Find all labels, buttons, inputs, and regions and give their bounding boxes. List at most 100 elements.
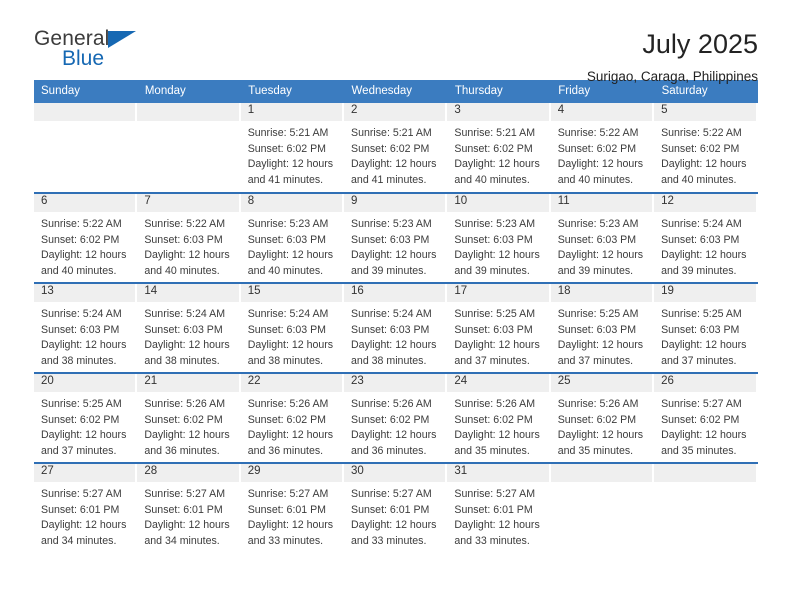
day-details: Sunrise: 5:26 AM Sunset: 6:02 PM Daylight:… (344, 392, 447, 459)
calendar-day-cell[interactable]: 19 Sunrise: 5:25 AM Sunset: 6:03 PM Dayligh… (654, 282, 758, 373)
day-cell-inner: 18 Sunrise: 5:25 AM Sunset: 6:03 PM Dayligh… (550, 284, 655, 372)
sunrise-text: Sunrise: 5:22 AM (144, 218, 226, 230)
calendar-day-cell[interactable]: 27 Sunrise: 5:27 AM Sunset: 6:01 PM Dayligh… (34, 462, 138, 553)
calendar-day-cell[interactable]: 7 Sunrise: 5:22 AM Sunset: 6:03 PM Daylight… (137, 192, 241, 283)
sunset-text: Sunset: 6:03 PM (661, 323, 740, 336)
calendar-day-cell[interactable]: 17 Sunrise: 5:25 AM Sunset: 6:03 PM Dayligh… (447, 282, 551, 373)
calendar-day-cell[interactable]: 6 Sunrise: 5:22 AM Sunset: 6:02 PM Daylight… (34, 192, 138, 283)
day-details: Sunrise: 5:24 AM Sunset: 6:03 PM Daylight:… (34, 302, 137, 369)
calendar-day-cell[interactable]: 8 Sunrise: 5:23 AM Sunset: 6:03 PM Daylight… (240, 192, 345, 283)
calendar-day-cell[interactable]: 18 Sunrise: 5:25 AM Sunset: 6:03 PM Dayligh… (550, 282, 655, 373)
logo-text-blue: Blue (62, 47, 105, 70)
day-cell-inner: 28 Sunrise: 5:27 AM Sunset: 6:01 PM Dayligh… (137, 464, 241, 552)
sunset-text: Sunset: 6:02 PM (454, 413, 533, 426)
calendar-day-cell[interactable]: 2 Sunrise: 5:21 AM Sunset: 6:02 PM Daylight… (344, 103, 448, 193)
calendar-day-cell[interactable]: 29 Sunrise: 5:27 AM Sunset: 6:01 PM Dayligh… (240, 462, 345, 553)
sunrise-text: Sunrise: 5:23 AM (454, 218, 536, 230)
day-number: 14 (137, 284, 241, 302)
day-cell-inner: 12 Sunrise: 5:24 AM Sunset: 6:03 PM Dayligh… (654, 194, 758, 282)
day-number: 30 (344, 464, 448, 482)
calendar-day-cell[interactable]: 13 Sunrise: 5:24 AM Sunset: 6:03 PM Dayligh… (34, 282, 138, 373)
day-cell-inner (137, 103, 241, 191)
day-cell-inner: 10 Sunrise: 5:23 AM Sunset: 6:03 PM Dayligh… (447, 194, 551, 282)
calendar-day-cell[interactable]: 21 Sunrise: 5:26 AM Sunset: 6:02 PM Dayligh… (137, 372, 241, 463)
calendar-day-cell[interactable]: 10 Sunrise: 5:23 AM Sunset: 6:03 PM Dayligh… (447, 192, 551, 283)
sunrise-text: Sunrise: 5:26 AM (144, 398, 226, 410)
calendar-day-cell[interactable]: 26 Sunrise: 5:27 AM Sunset: 6:02 PM Dayligh… (654, 372, 758, 463)
sunset-text: Sunset: 6:02 PM (557, 142, 637, 155)
sunset-text: Sunset: 6:03 PM (144, 233, 223, 246)
calendar-day-cell[interactable]: 25 Sunrise: 5:26 AM Sunset: 6:02 PM Dayligh… (550, 372, 655, 463)
sunrise-text: Sunrise: 5:27 AM (247, 488, 329, 500)
day-number: 17 (447, 284, 551, 302)
day-number: 8 (240, 194, 345, 212)
daylight-text: Daylight: 12 hours and 33 minutes. (351, 519, 437, 547)
calendar-day-cell[interactable]: 28 Sunrise: 5:27 AM Sunset: 6:01 PM Dayligh… (137, 462, 241, 553)
calendar-day-cell[interactable]: 11 Sunrise: 5:23 AM Sunset: 6:03 PM Dayligh… (550, 192, 655, 283)
day-details: Sunrise: 5:24 AM Sunset: 6:03 PM Daylight:… (654, 212, 757, 279)
calendar-day-cell[interactable]: 1 Sunrise: 5:21 AM Sunset: 6:02 PM Daylight… (240, 103, 345, 193)
calendar-week-row: 20 Sunrise: 5:25 AM Sunset: 6:02 PM Dayligh… (34, 372, 758, 463)
day-number: 11 (550, 194, 655, 212)
day-details: Sunrise: 5:25 AM Sunset: 6:03 PM Daylight:… (654, 302, 757, 369)
day-number: 29 (240, 464, 345, 482)
day-details: Sunrise: 5:25 AM Sunset: 6:03 PM Daylight:… (551, 302, 654, 369)
day-details: Sunrise: 5:27 AM Sunset: 6:01 PM Daylight:… (447, 482, 550, 549)
calendar-day-cell[interactable]: 15 Sunrise: 5:24 AM Sunset: 6:03 PM Dayligh… (240, 282, 345, 373)
calendar-day-cell[interactable]: 16 Sunrise: 5:24 AM Sunset: 6:03 PM Dayligh… (344, 282, 448, 373)
sunrise-text: Sunrise: 5:21 AM (247, 127, 329, 139)
calendar-day-cell[interactable]: 14 Sunrise: 5:24 AM Sunset: 6:03 PM Dayligh… (137, 282, 241, 373)
day-details: Sunrise: 5:27 AM Sunset: 6:01 PM Daylight:… (344, 482, 447, 549)
day-number: 2 (344, 103, 448, 121)
daylight-text: Daylight: 12 hours and 40 minutes. (454, 158, 540, 186)
day-number: 10 (447, 194, 551, 212)
calendar-week-row: 6 Sunrise: 5:22 AM Sunset: 6:02 PM Daylight… (34, 192, 758, 283)
daylight-text: Daylight: 12 hours and 36 minutes. (247, 429, 334, 457)
day-cell-inner: 23 Sunrise: 5:26 AM Sunset: 6:02 PM Dayligh… (344, 374, 448, 462)
sunset-text: Sunset: 6:02 PM (661, 142, 740, 155)
sunset-text: Sunset: 6:03 PM (557, 233, 637, 246)
sunset-text: Sunset: 6:02 PM (41, 233, 120, 246)
calendar-week-row: 13 Sunrise: 5:24 AM Sunset: 6:03 PM Dayligh… (34, 282, 758, 373)
calendar-day-cell[interactable]: 23 Sunrise: 5:26 AM Sunset: 6:02 PM Dayligh… (344, 372, 448, 463)
daylight-text: Daylight: 12 hours and 40 minutes. (661, 158, 747, 186)
calendar-day-cell[interactable]: 30 Sunrise: 5:27 AM Sunset: 6:01 PM Dayligh… (344, 462, 448, 553)
day-number: 19 (654, 284, 758, 302)
calendar-day-cell[interactable]: 3 Sunrise: 5:21 AM Sunset: 6:02 PM Daylight… (447, 103, 551, 193)
weekday-header-wednesday: Wednesday (344, 80, 448, 103)
day-cell-inner (654, 464, 758, 552)
sunrise-text: Sunrise: 5:23 AM (557, 218, 639, 230)
calendar-day-cell[interactable]: 12 Sunrise: 5:24 AM Sunset: 6:03 PM Dayligh… (654, 192, 758, 283)
day-details: Sunrise: 5:23 AM Sunset: 6:03 PM Daylight:… (344, 212, 447, 279)
day-number: 13 (34, 284, 138, 302)
daylight-text: Daylight: 12 hours and 38 minutes. (41, 339, 127, 367)
calendar-day-cell[interactable]: 22 Sunrise: 5:26 AM Sunset: 6:02 PM Dayligh… (240, 372, 345, 463)
daylight-text: Daylight: 12 hours and 35 minutes. (661, 429, 747, 457)
day-cell-inner: 7 Sunrise: 5:22 AM Sunset: 6:03 PM Daylight… (137, 194, 241, 282)
page-title: July 2025 (642, 29, 758, 59)
sunset-text: Sunset: 6:03 PM (557, 323, 637, 336)
calendar-day-cell[interactable]: 31 Sunrise: 5:27 AM Sunset: 6:01 PM Dayligh… (447, 462, 551, 553)
daylight-text: Daylight: 12 hours and 36 minutes. (351, 429, 437, 457)
calendar-day-cell[interactable]: 5 Sunrise: 5:22 AM Sunset: 6:02 PM Daylight… (654, 103, 758, 193)
calendar-body: 1 Sunrise: 5:21 AM Sunset: 6:02 PM Daylight… (34, 103, 758, 553)
calendar-day-cell[interactable]: 4 Sunrise: 5:22 AM Sunset: 6:02 PM Daylight… (550, 103, 655, 193)
calendar-day-cell[interactable]: 20 Sunrise: 5:25 AM Sunset: 6:02 PM Dayligh… (34, 372, 138, 463)
day-number: 9 (344, 194, 448, 212)
day-details: Sunrise: 5:26 AM Sunset: 6:02 PM Daylight:… (137, 392, 240, 459)
calendar-day-cell[interactable]: 9 Sunrise: 5:23 AM Sunset: 6:03 PM Daylight… (344, 192, 448, 283)
daylight-text: Daylight: 12 hours and 35 minutes. (454, 429, 540, 457)
day-details: Sunrise: 5:22 AM Sunset: 6:03 PM Daylight:… (137, 212, 240, 279)
sunrise-text: Sunrise: 5:25 AM (454, 308, 536, 320)
sunset-text: Sunset: 6:02 PM (351, 142, 430, 155)
sunset-text: Sunset: 6:02 PM (144, 413, 223, 426)
general-blue-logo[interactable]: General Blue (34, 28, 154, 74)
day-cell-inner: 30 Sunrise: 5:27 AM Sunset: 6:01 PM Dayligh… (344, 464, 448, 552)
sunrise-text: Sunrise: 5:23 AM (351, 218, 432, 230)
weekday-header-tuesday: Tuesday (240, 80, 345, 103)
weekday-header-monday: Monday (137, 80, 242, 103)
calendar-page: General Blue July 2025 Surigao, Caraga, … (0, 0, 792, 612)
calendar-day-cell[interactable]: 24 Sunrise: 5:26 AM Sunset: 6:02 PM Dayligh… (447, 372, 551, 463)
day-number: 26 (654, 374, 758, 392)
day-details: Sunrise: 5:22 AM Sunset: 6:02 PM Daylight:… (654, 121, 757, 188)
